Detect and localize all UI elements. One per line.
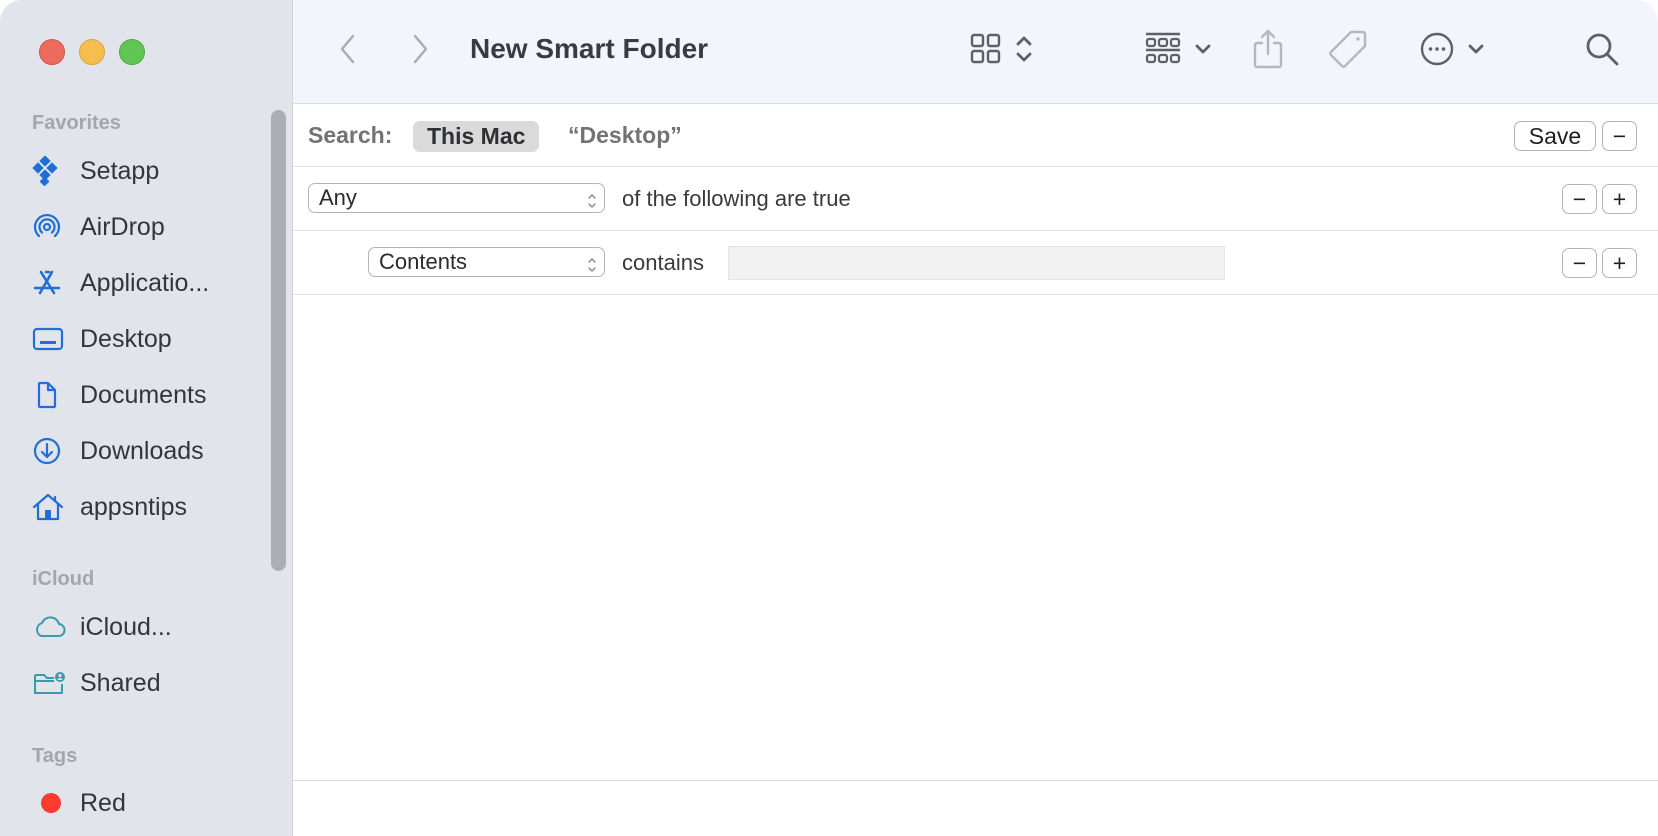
up-down-chevron-icon: [1015, 33, 1033, 70]
share-icon: [1251, 28, 1285, 75]
criteria-match-row: Any of the following are true − +: [293, 167, 1658, 231]
sidebar-item-label: Desktop: [80, 324, 172, 353]
sidebar-section-favorites: Favorites: [32, 112, 121, 134]
remove-criterion-button[interactable]: −: [1562, 184, 1597, 214]
sidebar-item-label: appsntips: [80, 492, 188, 521]
search-label: Search:: [308, 122, 393, 148]
save-button[interactable]: Save: [1514, 121, 1596, 151]
minus-icon: −: [1572, 185, 1587, 212]
sidebar-item-label: Red: [80, 788, 126, 817]
window-title: New Smart Folder: [470, 33, 709, 64]
finder-window: Favorites Setapp AirDrop Applicatio... D…: [0, 0, 1658, 836]
sidebar-item-icloud-drive[interactable]: iCloud...: [32, 607, 262, 647]
setapp-icon: [32, 155, 68, 187]
match-type-value: Any: [319, 185, 357, 210]
plus-icon: +: [1612, 185, 1627, 212]
operator-label: contains: [622, 250, 704, 275]
shared-folder-icon: [32, 667, 68, 699]
chevron-right-icon: [410, 33, 430, 70]
sidebar-scrollbar[interactable]: [271, 110, 286, 571]
sidebar-item-label: Downloads: [80, 436, 204, 465]
match-description: of the following are true: [622, 186, 851, 211]
attribute-value: Contents: [379, 249, 468, 274]
minimize-window-button[interactable]: [79, 39, 105, 65]
sidebar-section-icloud: iCloud: [32, 568, 95, 590]
tag-icon: [1327, 28, 1369, 75]
sidebar-item-applications[interactable]: Applicatio...: [32, 263, 262, 303]
icon-grid-icon: [969, 32, 1003, 71]
contents-search-input[interactable]: [728, 246, 1225, 280]
close-window-button[interactable]: [39, 39, 65, 65]
minus-icon: −: [1572, 249, 1587, 276]
match-type-popup[interactable]: Any: [308, 183, 605, 213]
sidebar-item-label: Shared: [80, 668, 161, 697]
sidebar-item-shared[interactable]: Shared: [32, 663, 262, 703]
back-button[interactable]: [333, 34, 363, 68]
remove-rule-button[interactable]: −: [1562, 248, 1597, 278]
chevron-down-icon: [1467, 42, 1485, 61]
remove-search-button[interactable]: −: [1602, 121, 1637, 151]
up-down-arrows-icon: [587, 254, 597, 280]
sidebar-section-tags: Tags: [32, 745, 78, 767]
sidebar-item-label: Setapp: [80, 156, 160, 185]
share-button[interactable]: [1248, 28, 1288, 74]
cloud-icon: [32, 611, 68, 643]
criteria-rule-row: Contents contains − +: [293, 231, 1658, 295]
chevron-down-icon: [1194, 42, 1212, 61]
sidebar-item-setapp[interactable]: Setapp: [32, 151, 262, 191]
tag-button[interactable]: [1326, 28, 1370, 74]
search-button[interactable]: [1580, 30, 1624, 72]
sidebar-item-desktop[interactable]: Desktop: [32, 319, 262, 359]
group-by-icon: [1144, 31, 1182, 72]
sidebar-item-airdrop[interactable]: AirDrop: [32, 207, 262, 247]
sidebar: Favorites Setapp AirDrop Applicatio... D…: [0, 0, 293, 836]
sidebar-item-label: Applicatio...: [80, 268, 210, 297]
chevron-left-icon: [338, 33, 358, 70]
scope-desktop-button[interactable]: “Desktop”: [568, 122, 682, 149]
zoom-window-button[interactable]: [119, 39, 145, 65]
up-down-arrows-icon: [587, 190, 597, 216]
desktop-icon: [32, 323, 68, 355]
scope-this-mac-button[interactable]: This Mac: [413, 121, 540, 152]
applications-icon: [32, 267, 68, 299]
attribute-popup[interactable]: Contents: [368, 247, 605, 277]
magnifying-glass-icon: [1584, 31, 1620, 72]
sidebar-item-label: Documents: [80, 380, 207, 409]
add-rule-button[interactable]: +: [1602, 248, 1637, 278]
group-by-button[interactable]: [1138, 30, 1218, 72]
view-options-button[interactable]: [961, 30, 1041, 72]
sidebar-item-home[interactable]: appsntips: [32, 487, 262, 527]
plus-icon: +: [1612, 249, 1627, 276]
sidebar-item-downloads[interactable]: Downloads: [32, 431, 262, 471]
search-scope-bar: Search: This Mac “Desktop” Save −: [293, 104, 1658, 167]
download-icon: [32, 435, 68, 467]
minus-icon: −: [1612, 122, 1627, 149]
forward-button[interactable]: [405, 34, 435, 68]
home-icon: [32, 491, 68, 523]
airdrop-icon: [32, 211, 68, 243]
sidebar-item-label: AirDrop: [80, 212, 165, 241]
tag-dot-icon: [32, 787, 68, 819]
sidebar-item-tag-red[interactable]: Red: [32, 783, 262, 823]
results-bottom-divider: [293, 780, 1658, 781]
sidebar-item-label: iCloud...: [80, 612, 172, 641]
add-criterion-button[interactable]: +: [1602, 184, 1637, 214]
more-actions-button[interactable]: [1412, 30, 1492, 72]
ellipsis-circle-icon: [1419, 31, 1455, 72]
toolbar: New Smart Folder: [293, 0, 1658, 104]
sidebar-item-documents[interactable]: Documents: [32, 375, 262, 415]
document-icon: [32, 379, 68, 411]
